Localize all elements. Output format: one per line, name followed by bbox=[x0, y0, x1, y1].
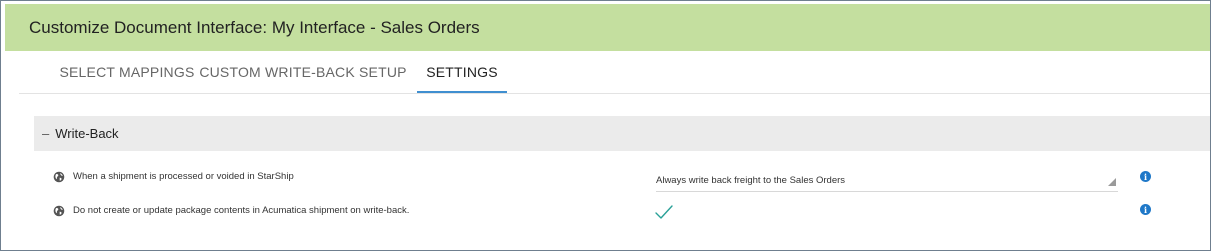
tab-label: SELECT MAPPINGS bbox=[59, 63, 195, 80]
page-title: Customize Document Interface: My Interfa… bbox=[29, 17, 480, 37]
section-title: Write-Back bbox=[55, 126, 119, 141]
package-contents-checkbox[interactable] bbox=[654, 203, 674, 221]
globe-icon bbox=[53, 204, 65, 217]
info-icon[interactable]: i bbox=[1140, 171, 1151, 182]
collapse-toggle-icon[interactable]: – bbox=[42, 126, 49, 141]
section-header-write-back[interactable]: – Write-Back bbox=[34, 116, 1210, 151]
tab-select-mappings[interactable]: SELECT MAPPINGS bbox=[39, 51, 215, 92]
setting-row-package-contents: Do not create or update package contents… bbox=[53, 198, 1210, 222]
info-icon[interactable]: i bbox=[1140, 204, 1151, 215]
checkmark-icon bbox=[655, 205, 673, 219]
dropdown-arrow-icon bbox=[1108, 178, 1116, 186]
title-bar: Customize Document Interface: My Interfa… bbox=[5, 4, 1210, 51]
select-value: Always write back freight to the Sales O… bbox=[656, 175, 846, 186]
tab-custom-write-back-setup[interactable]: CUSTOM WRITE-BACK SETUP bbox=[199, 51, 407, 92]
tab-label: SETTINGS bbox=[426, 63, 498, 80]
tab-label: CUSTOM WRITE-BACK SETUP bbox=[199, 63, 407, 80]
tab-bar: SELECT MAPPINGS CUSTOM WRITE-BACK SETUP … bbox=[19, 51, 1210, 94]
tab-settings[interactable]: SETTINGS bbox=[417, 51, 507, 93]
freight-write-back-select[interactable]: Always write back freight to the Sales O… bbox=[656, 170, 1118, 192]
setting-label: Do not create or update package contents… bbox=[73, 204, 410, 216]
globe-icon bbox=[53, 170, 65, 183]
setting-label: When a shipment is processed or voided i… bbox=[73, 170, 294, 182]
window-frame: Customize Document Interface: My Interfa… bbox=[0, 0, 1211, 251]
